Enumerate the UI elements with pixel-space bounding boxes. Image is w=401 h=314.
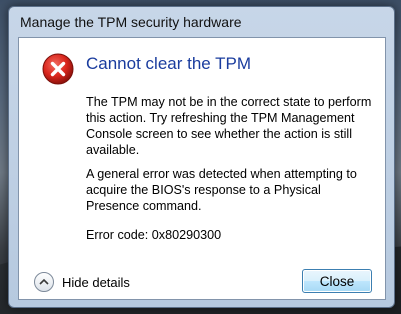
hide-details-toggle[interactable]: Hide details [34, 271, 130, 293]
dialog-window: Manage the TPM security hardware Cannot … [8, 6, 395, 308]
title-bar[interactable]: Manage the TPM security hardware [9, 7, 394, 37]
close-button[interactable]: Close [302, 269, 372, 293]
dialog-footer: Hide details Close [18, 266, 386, 300]
dialog-heading: Cannot clear the TPM [86, 54, 252, 73]
hide-details-label[interactable]: Hide details [62, 275, 130, 290]
window-title: Manage the TPM security hardware [20, 14, 242, 30]
message-paragraph: The TPM may not be in the correct state … [86, 95, 372, 157]
message-paragraph: A general error was detected when attemp… [86, 167, 357, 213]
dialog-content: Cannot clear the TPM The TPM may not be … [18, 37, 386, 300]
chevron-up-icon[interactable] [34, 272, 54, 292]
error-icon [42, 53, 74, 85]
error-code-text: Error code: 0x80290300 [86, 228, 222, 242]
